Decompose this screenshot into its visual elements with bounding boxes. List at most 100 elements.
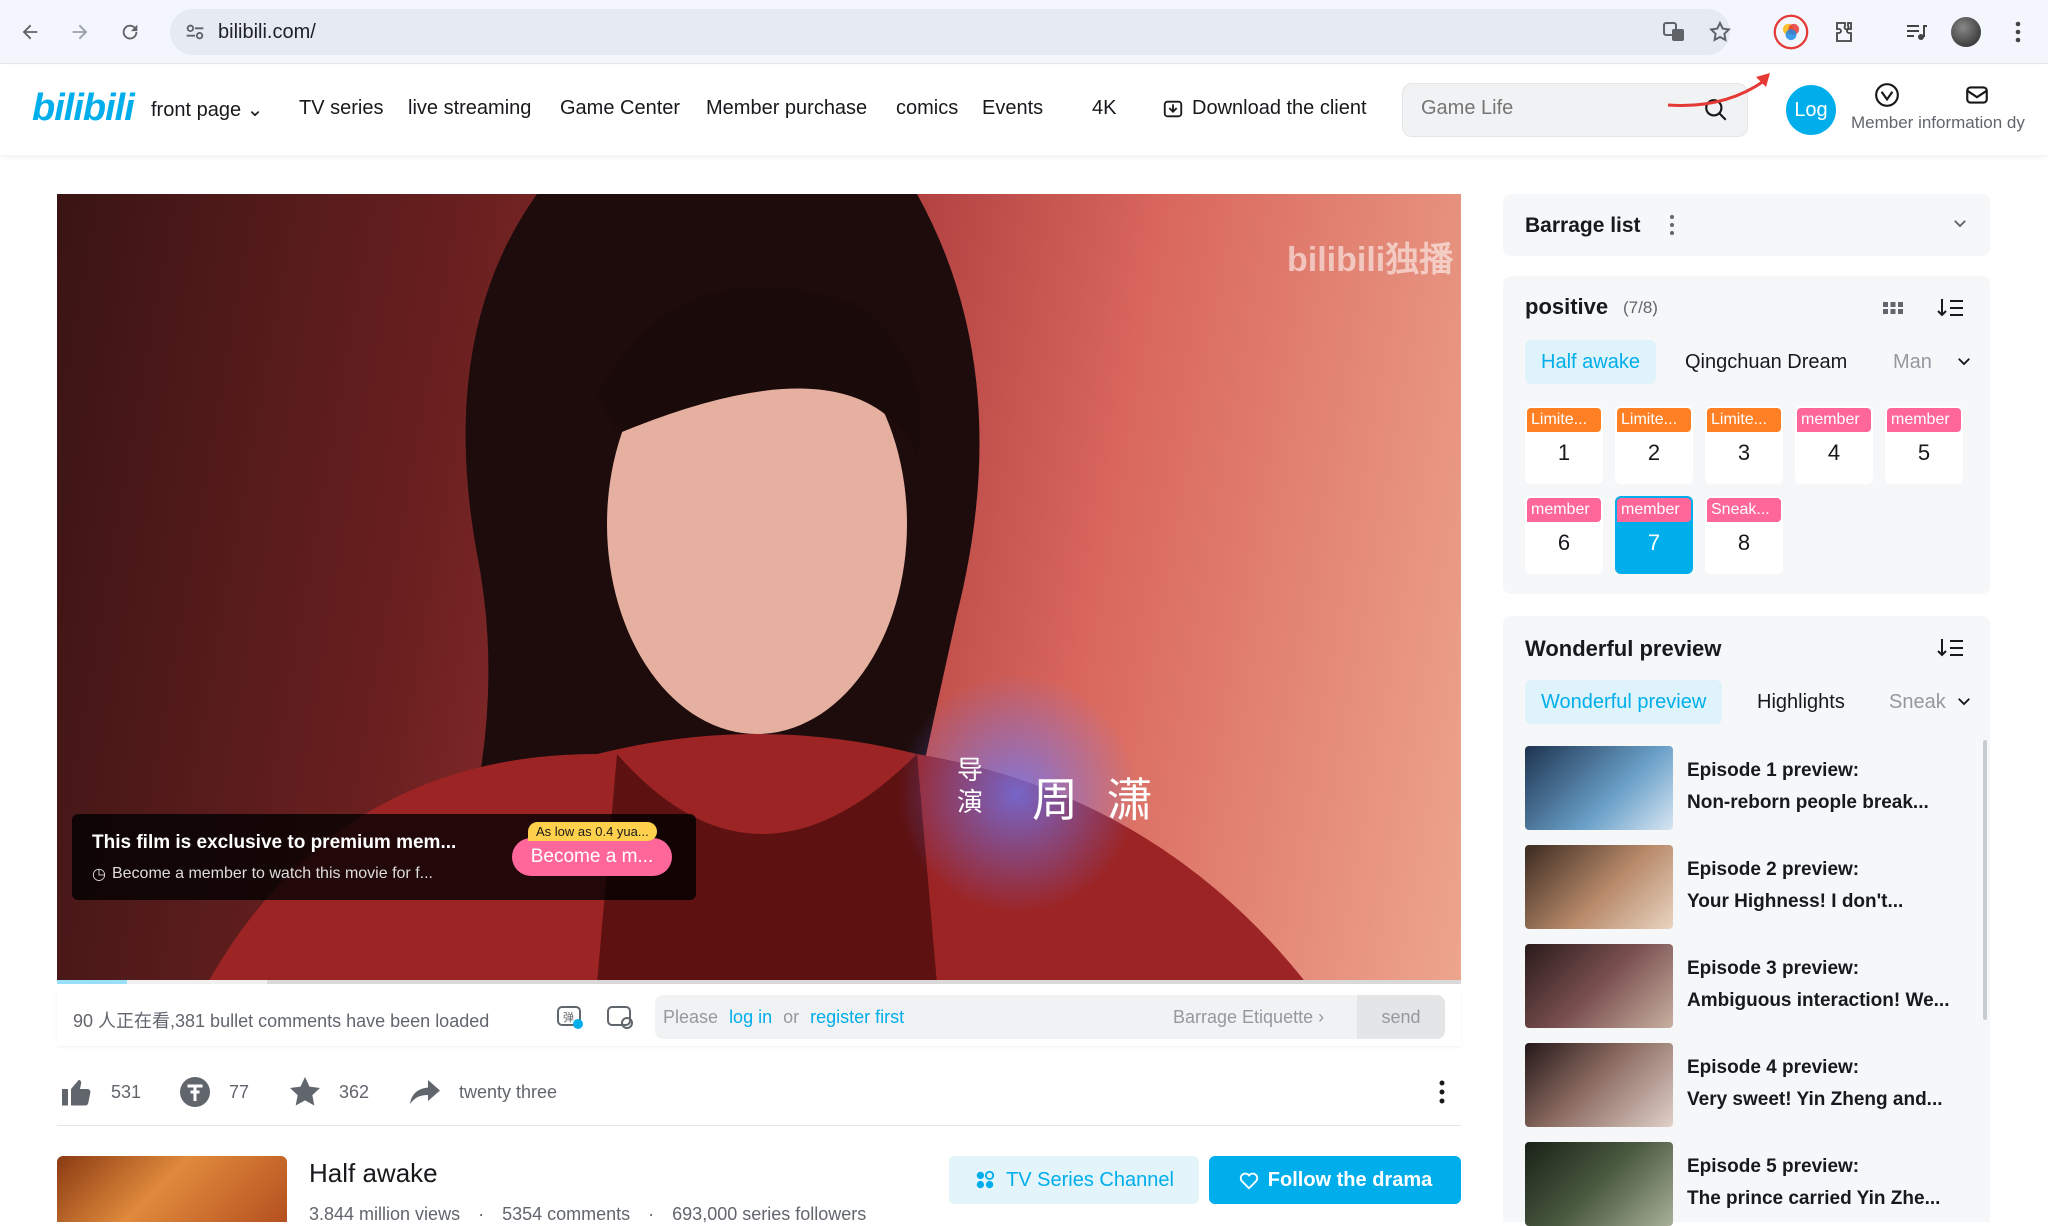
sort-order-icon[interactable] [1937,636,1965,665]
episode-number: 5 [1917,440,1931,465]
browser-menu-icon[interactable] [2000,14,2036,50]
send-button[interactable]: send [1357,995,1445,1039]
episode-tag: Limite... [1527,408,1601,432]
chevron-down-icon: ⌄ [241,99,264,121]
reload-icon[interactable] [112,14,148,50]
preview-tab[interactable]: Sneak [1889,680,1947,724]
url-text: bilibili.com/ [218,21,316,43]
site-header: bilibili front page ⌄ TV series live str… [0,65,2048,155]
address-bar[interactable]: bilibili.com/ [170,9,1732,55]
video-progress-track[interactable] [57,980,1461,984]
nav-member-purchase[interactable]: Member purchase [706,97,867,120]
danmaku-input[interactable]: Please log in or register first Barrage … [655,995,1445,1039]
preview-item[interactable]: Episode 1 preview: Non-reborn people bre… [1525,746,1985,830]
barrage-list-panel[interactable]: Barrage list [1503,194,1990,256]
profile-avatar-icon[interactable] [1948,14,1984,50]
danmaku-status: 90 人正在看,381 bullet comments have been lo… [73,1011,490,1031]
channel-grid-icon [976,1170,995,1189]
preview-item-desc: Non-reborn people break... [1687,792,1929,813]
nav-events[interactable]: Events [982,97,1043,120]
color-extension-icon[interactable] [1773,14,1809,50]
bilibili-logo[interactable]: bilibili [32,87,135,130]
download-icon [1163,100,1183,117]
more-options-icon[interactable] [1439,1080,1445,1109]
preview-item[interactable]: Episode 5 preview: The prince carried Yi… [1525,1142,1985,1226]
danmaku-register-link[interactable]: register first [810,1007,904,1027]
share-button[interactable]: twenty three [407,1074,557,1110]
episode-item[interactable]: member 4 [1795,406,1873,484]
preview-tab[interactable]: Highlights [1757,680,1845,724]
like-button[interactable]: 531 [59,1074,141,1110]
premium-banner-title: This film is exclusive to premium mem... [92,832,457,853]
credit-name: 周 潇 [1032,774,1161,826]
nav-front-page[interactable]: front page ⌄ [151,97,263,122]
episode-item[interactable]: member 7 [1615,496,1693,574]
red-arrow-annotation [1667,73,1770,107]
clock-icon: ◷ [92,866,106,883]
login-button[interactable]: Log [1786,85,1836,135]
episode-item[interactable]: member 5 [1885,406,1963,484]
message-icon[interactable] [1964,82,1990,113]
preview-thumbnail [1525,1142,1673,1226]
series-title[interactable]: Half awake [309,1158,438,1189]
danmaku-settings-icon[interactable] [605,1002,635,1037]
danmaku-login-link[interactable]: log in [729,1007,772,1027]
like-count: 531 [111,1081,142,1102]
site-info-icon[interactable] [184,21,206,48]
preview-tab-active[interactable]: Wonderful preview [1525,680,1723,724]
episode-item[interactable]: Sneak... 8 [1705,496,1783,574]
preview-item-title: Episode 3 preview: [1687,958,1860,979]
nav-live-streaming[interactable]: live streaming [408,97,531,120]
series-cover[interactable] [57,1156,287,1222]
followers-count: 693,000 series followers [672,1204,867,1224]
episode-item[interactable]: Limite... 3 [1705,406,1783,484]
nav-tv-series[interactable]: TV series [299,97,383,120]
media-control-icon[interactable] [1898,14,1934,50]
season-tab[interactable]: Qingchuan Dream [1685,340,1847,384]
search-input[interactable] [1421,97,1691,120]
season-tab[interactable]: Man [1893,340,1949,384]
nav-4k[interactable]: 4K [1092,97,1116,120]
extensions-puzzle-icon[interactable] [1826,14,1862,50]
series-info: Half awake 3.844 million views · 5354 comm… [57,1152,1461,1224]
nav-game-center[interactable]: Game Center [560,97,680,120]
preview-thumbnail [1525,746,1673,830]
episode-item[interactable]: Limite... 1 [1525,406,1603,484]
chevron-down-icon[interactable] [1955,692,1973,715]
episode-tag: Sneak... [1707,498,1781,522]
preview-item[interactable]: Episode 2 preview: Your Highness! I don'… [1525,845,1985,929]
favorite-button[interactable]: 362 [287,1074,369,1110]
member-information-link[interactable]: Member information dy [1851,113,2048,133]
nav-comics[interactable]: comics [896,97,958,120]
bookmark-star-icon[interactable] [1708,20,1732,49]
episode-item[interactable]: Limite... 2 [1615,406,1693,484]
video-actions: 531 77 362 twenty three [57,1060,1461,1126]
vip-icon[interactable] [1874,82,1900,113]
coin-button[interactable]: 77 [177,1074,249,1110]
barrage-more-icon[interactable] [1669,214,1675,241]
download-client-link[interactable]: Download the client [1162,97,1367,120]
favorite-count: 362 [339,1081,370,1102]
translate-icon[interactable] [1662,20,1686,49]
share-icon [410,1080,440,1104]
preview-item-desc: The prince carried Yin Zhe... [1687,1188,1941,1209]
preview-item[interactable]: Episode 4 preview: Very sweet! Yin Zheng… [1525,1043,1985,1127]
chevron-down-icon[interactable] [1951,214,1969,237]
sort-order-icon[interactable] [1937,296,1965,325]
danmaku-toggle-icon[interactable]: 弹 [555,1002,585,1037]
forward-icon[interactable] [62,14,98,50]
episode-item[interactable]: member 6 [1525,496,1603,574]
season-tab-active[interactable]: Half awake [1525,340,1656,384]
preview-item-title: Episode 4 preview: [1687,1057,1860,1078]
back-icon[interactable] [12,14,48,50]
share-count: twenty three [459,1081,558,1102]
become-member-button[interactable]: Become a m... [512,838,672,876]
chevron-down-icon[interactable] [1955,352,1973,375]
preview-item[interactable]: Episode 3 preview: Ambiguous interaction… [1525,944,1985,1028]
grid-view-icon[interactable] [1881,296,1905,325]
video-player[interactable]: bilibili独播 导演 周 潇 This film is exclusive… [57,194,1461,984]
barrage-etiquette-link[interactable]: Barrage Etiquette › [1173,1007,1324,1028]
episode-number: 2 [1647,440,1661,465]
tv-series-channel-button[interactable]: TV Series Channel [949,1156,1199,1204]
follow-drama-button[interactable]: Follow the drama [1209,1156,1461,1204]
